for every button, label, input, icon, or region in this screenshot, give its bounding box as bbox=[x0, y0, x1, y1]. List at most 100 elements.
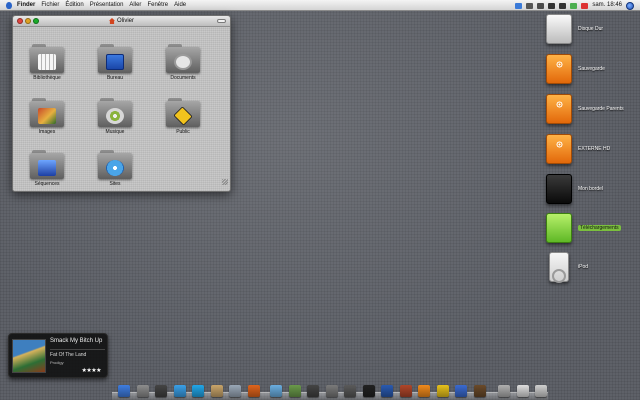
toolbar-toggle-button[interactable] bbox=[217, 19, 226, 23]
transmission-icon[interactable] bbox=[455, 385, 467, 397]
firefox-icon[interactable] bbox=[247, 385, 260, 397]
folder-images[interactable]: Images bbox=[17, 97, 77, 135]
sync-icon[interactable] bbox=[515, 2, 523, 9]
menu-clock[interactable]: sam. 18:46 bbox=[592, 0, 622, 11]
divider bbox=[50, 349, 105, 350]
menu-app-finder[interactable]: Finder bbox=[17, 0, 35, 11]
menu-fenetre[interactable]: Fenêtre bbox=[147, 0, 168, 11]
menu-aide[interactable]: Aide bbox=[174, 0, 186, 11]
desktop-telechargements[interactable]: Téléchargements bbox=[546, 213, 640, 243]
folder-public[interactable]: Public bbox=[153, 97, 213, 135]
apple-menu-icon[interactable] bbox=[6, 1, 12, 9]
iphoto-icon[interactable] bbox=[288, 385, 301, 397]
folder-bureau[interactable]: Bureau bbox=[85, 43, 145, 81]
external-drive-icon bbox=[546, 94, 572, 124]
menu-bar: Finder Fichier Édition Présentation Alle… bbox=[0, 0, 640, 11]
preview-icon[interactable] bbox=[325, 385, 338, 397]
desktop-disque-dur[interactable]: Disque Dur bbox=[546, 14, 640, 44]
folder-label: Sites bbox=[109, 181, 121, 187]
window-title-text: Olivier bbox=[116, 18, 134, 24]
skype-icon[interactable] bbox=[192, 385, 204, 397]
menu-edition[interactable]: Édition bbox=[65, 0, 83, 11]
menu-presentation[interactable]: Présentation bbox=[90, 0, 124, 11]
folder-sequences[interactable]: Séquences bbox=[17, 149, 77, 187]
trash-icon[interactable] bbox=[535, 385, 547, 397]
games-icon[interactable] bbox=[399, 385, 412, 397]
itunes-widget[interactable]: Smack My Bitch Up Fat Of The Land Prodig… bbox=[8, 333, 108, 378]
desktop-sauvegarde[interactable]: Sauvegarde bbox=[546, 54, 640, 84]
music-folder-icon bbox=[98, 97, 132, 127]
desktop-item-label: EXTERNE HD bbox=[578, 146, 611, 152]
track-rating[interactable]: ★★★★ bbox=[81, 367, 101, 374]
desktop-externe-hd[interactable]: EXTERNE HD bbox=[546, 134, 640, 164]
folder-label: Images bbox=[38, 129, 56, 135]
flag-icon[interactable] bbox=[581, 2, 589, 9]
vlc-icon[interactable] bbox=[418, 385, 430, 397]
public-folder-icon bbox=[166, 97, 200, 127]
menu-aller[interactable]: Aller bbox=[129, 0, 141, 11]
folder-musique[interactable]: Musique bbox=[85, 97, 145, 135]
track-title: Smack My Bitch Up bbox=[50, 338, 103, 344]
terminal-icon[interactable] bbox=[362, 385, 375, 397]
dock bbox=[112, 384, 548, 400]
menu-fichier[interactable]: Fichier bbox=[41, 0, 59, 11]
app-icon[interactable] bbox=[473, 385, 486, 397]
external-drive-icon bbox=[546, 134, 572, 164]
text-editor-icon[interactable] bbox=[344, 385, 356, 397]
folder-label: Bibliothèque bbox=[33, 75, 61, 81]
external-drive-icon bbox=[546, 54, 572, 84]
folder-bibliotheque[interactable]: Bibliothèque bbox=[17, 43, 77, 81]
desktop-item-label: Sauvegarde bbox=[578, 66, 605, 72]
minimize-button[interactable] bbox=[25, 18, 31, 24]
desktop-item-label: Mon bordel bbox=[578, 186, 604, 192]
desktop-item-label: iPod bbox=[578, 264, 589, 270]
desktop-sauvegarde-parents[interactable]: Sauvegarde Parents bbox=[546, 94, 640, 124]
home-icon bbox=[108, 18, 115, 24]
folder-label: Public bbox=[176, 129, 190, 135]
itunes-icon[interactable] bbox=[270, 385, 282, 397]
dashboard-icon[interactable] bbox=[155, 385, 167, 397]
volume-icon[interactable] bbox=[559, 2, 567, 9]
desktop-mon-bordel[interactable]: Mon bordel bbox=[546, 174, 640, 204]
time-machine-icon[interactable] bbox=[526, 2, 534, 9]
folder-label: Bureau bbox=[106, 75, 124, 81]
artist-name: Prodigy bbox=[50, 360, 64, 365]
hard-drive-icon bbox=[546, 14, 572, 44]
finder-window: Olivier Bibliothèque Bureau Documents Im… bbox=[12, 15, 231, 192]
resize-handle[interactable] bbox=[222, 179, 228, 185]
mail-icon[interactable] bbox=[229, 385, 241, 397]
desktop-item-label: Sauvegarde Parents bbox=[578, 106, 624, 112]
documents-stack-icon[interactable] bbox=[516, 385, 529, 397]
bluetooth-icon[interactable] bbox=[537, 2, 545, 9]
zoom-button[interactable] bbox=[33, 18, 39, 24]
folder-icon bbox=[546, 174, 572, 204]
folder-documents[interactable]: Documents bbox=[153, 43, 213, 81]
menu-extras: sam. 18:46 bbox=[515, 0, 634, 11]
window-content: Bibliothèque Bureau Documents Images Mus… bbox=[13, 27, 230, 187]
quicktime-icon[interactable] bbox=[381, 385, 393, 397]
documents-folder-icon bbox=[166, 43, 200, 73]
close-button[interactable] bbox=[17, 18, 23, 24]
downloads-folder-icon bbox=[546, 213, 572, 243]
ipod-icon bbox=[549, 252, 569, 282]
desktop-folder-icon bbox=[98, 43, 132, 73]
desktop-ipod[interactable]: iPod bbox=[546, 252, 640, 282]
finder-icon[interactable] bbox=[118, 385, 130, 397]
spotlight-icon[interactable] bbox=[626, 1, 634, 10]
address-book-icon[interactable] bbox=[210, 385, 223, 397]
folder-sites[interactable]: Sites bbox=[85, 149, 145, 187]
library-folder-icon bbox=[30, 43, 64, 73]
imovie-icon[interactable] bbox=[307, 385, 319, 397]
ichat-icon[interactable] bbox=[173, 385, 186, 397]
cyberduck-icon[interactable] bbox=[436, 385, 449, 397]
wifi-icon[interactable] bbox=[548, 2, 556, 9]
album-cover bbox=[12, 339, 46, 373]
battery-icon[interactable] bbox=[570, 2, 578, 9]
system-preferences-icon[interactable] bbox=[136, 385, 149, 397]
desktop-item-label: Disque Dur bbox=[578, 26, 604, 32]
downloads-stack-icon[interactable] bbox=[498, 385, 510, 397]
window-controls bbox=[17, 18, 39, 24]
sites-folder-icon bbox=[98, 149, 132, 179]
folder-label: Documents bbox=[170, 75, 196, 81]
window-titlebar[interactable]: Olivier bbox=[13, 16, 230, 27]
